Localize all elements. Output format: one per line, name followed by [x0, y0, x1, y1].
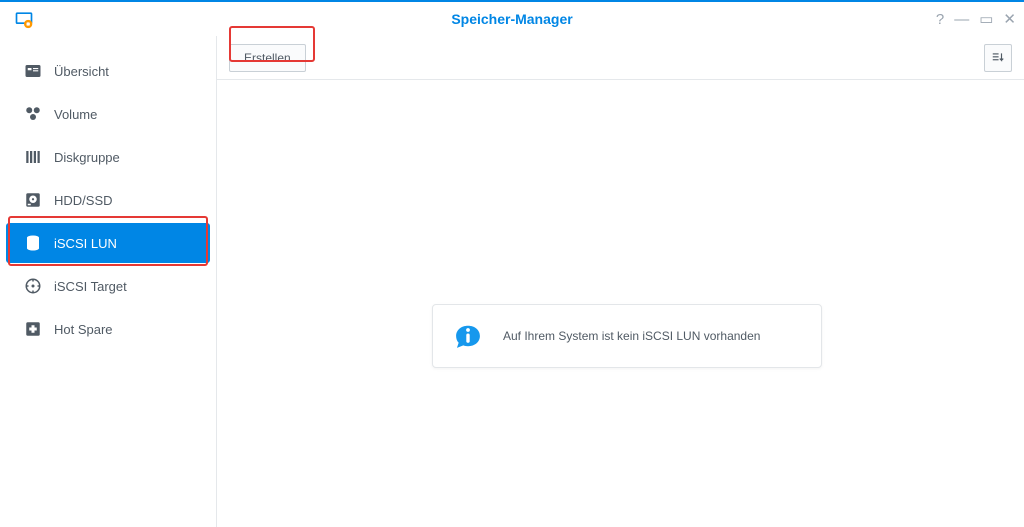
titlebar: Speicher-Manager ? — ▭ ✕	[0, 2, 1024, 36]
window-controls: ? — ▭ ✕	[936, 12, 1016, 27]
sidebar-item-label: iSCSI Target	[54, 279, 127, 294]
info-message: Auf Ihrem System ist kein iSCSI LUN vorh…	[503, 329, 760, 343]
sidebar: Übersicht Volume Diskgruppe HDD/SSD	[0, 36, 216, 527]
app-icon	[14, 9, 34, 29]
sidebar-item-label: Diskgruppe	[54, 150, 120, 165]
sidebar-item-label: iSCSI LUN	[54, 236, 117, 251]
sidebar-item-hotspare[interactable]: Hot Spare	[6, 309, 210, 349]
overview-icon	[24, 62, 42, 80]
sidebar-item-label: Volume	[54, 107, 97, 122]
content-area: Erstellen Auf Ihrem System ist kein iSCS…	[216, 36, 1024, 527]
help-icon[interactable]: ?	[936, 12, 944, 27]
info-icon	[451, 319, 485, 353]
sidebar-item-hddssd[interactable]: HDD/SSD	[6, 180, 210, 220]
main-area: Auf Ihrem System ist kein iSCSI LUN vorh…	[217, 80, 1024, 527]
sidebar-item-volume[interactable]: Volume	[6, 94, 210, 134]
close-icon[interactable]: ✕	[1003, 12, 1016, 27]
sidebar-item-diskgroup[interactable]: Diskgruppe	[6, 137, 210, 177]
minimize-icon[interactable]: —	[954, 12, 969, 27]
window-title: Speicher-Manager	[451, 11, 572, 27]
hotspare-icon	[24, 320, 42, 338]
info-card: Auf Ihrem System ist kein iSCSI LUN vorh…	[432, 304, 822, 368]
database-icon	[24, 234, 42, 252]
hdd-icon	[24, 191, 42, 209]
sidebar-item-overview[interactable]: Übersicht	[6, 51, 210, 91]
volume-icon	[24, 105, 42, 123]
diskgroup-icon	[24, 148, 42, 166]
sidebar-item-label: Übersicht	[54, 64, 109, 79]
maximize-icon[interactable]: ▭	[979, 12, 993, 27]
sort-button[interactable]	[984, 44, 1012, 72]
create-button[interactable]: Erstellen	[229, 44, 306, 72]
target-icon	[24, 277, 42, 295]
toolbar: Erstellen	[217, 36, 1024, 80]
sidebar-item-iscsi-lun[interactable]: iSCSI LUN	[6, 223, 210, 263]
sidebar-item-label: Hot Spare	[54, 322, 113, 337]
sidebar-item-iscsi-target[interactable]: iSCSI Target	[6, 266, 210, 306]
sidebar-item-label: HDD/SSD	[54, 193, 113, 208]
